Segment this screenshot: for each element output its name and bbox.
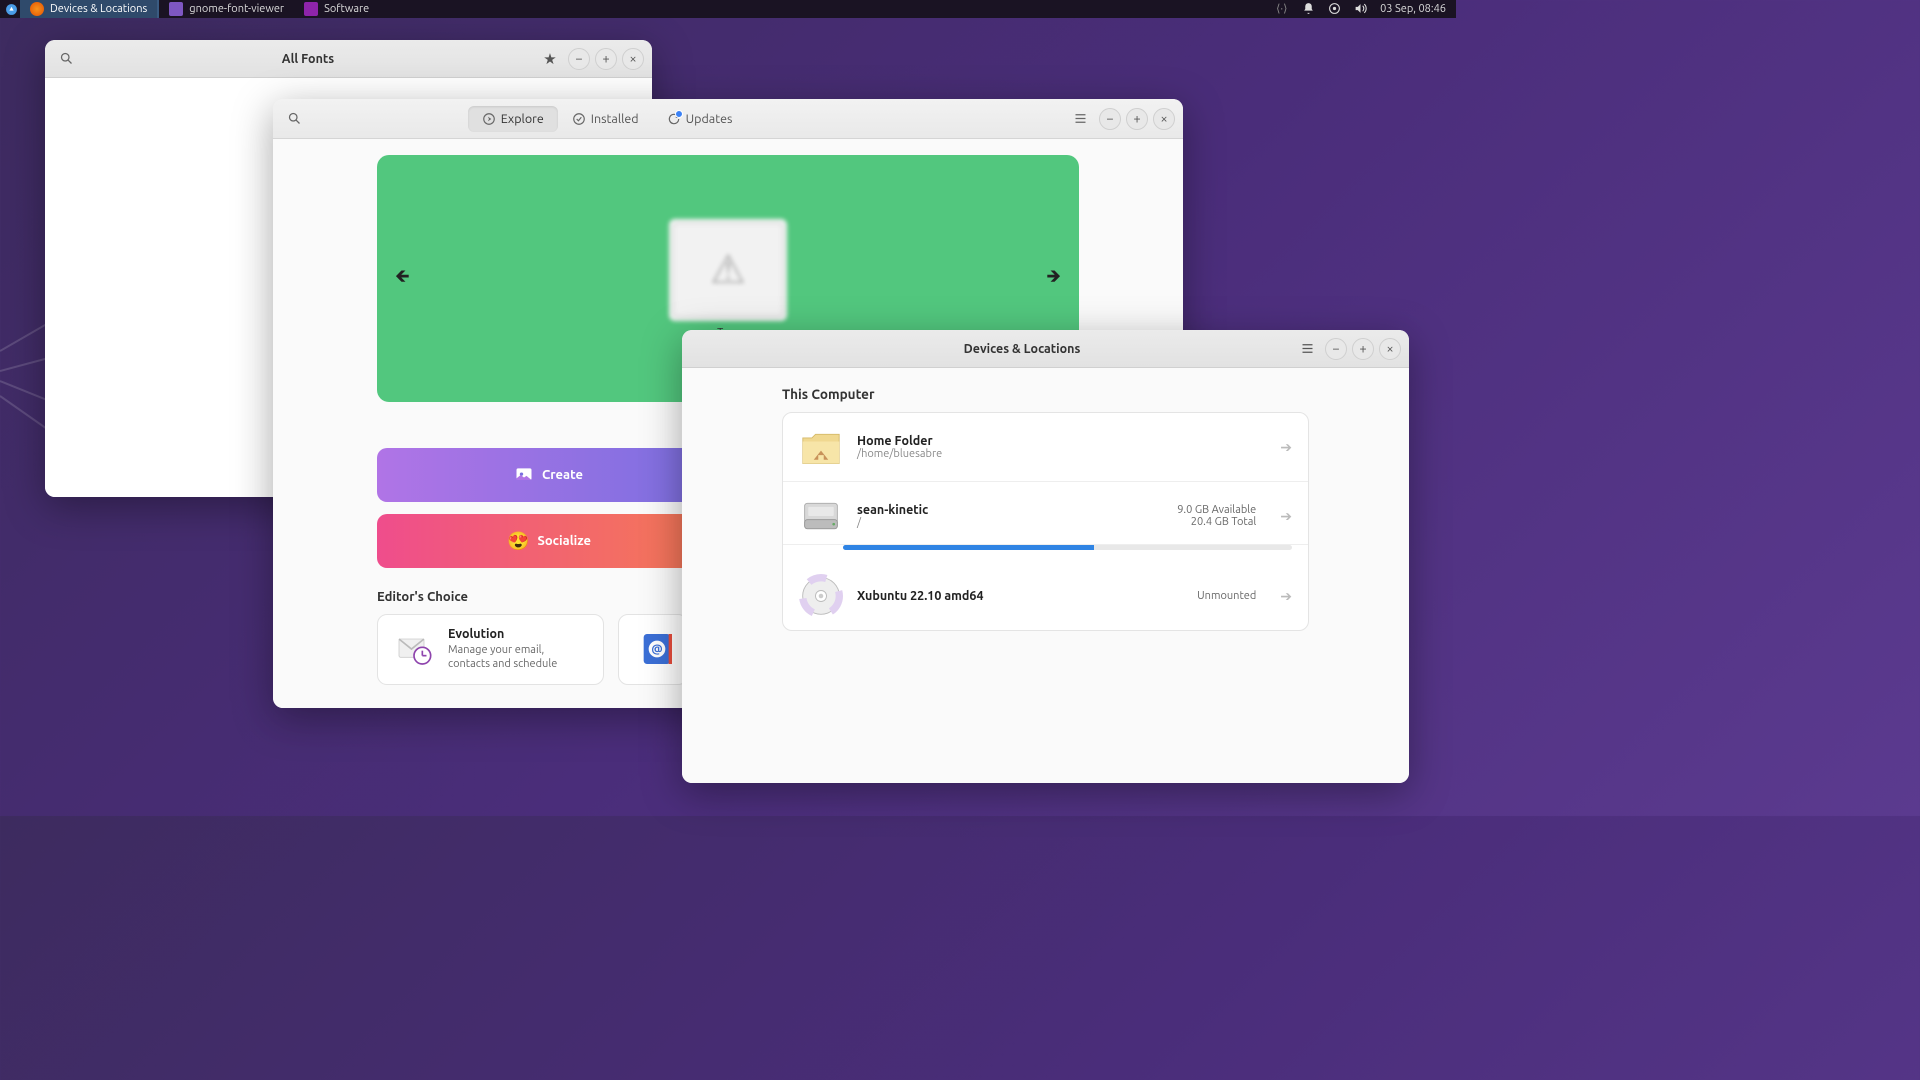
device-status: Unmounted [1197, 590, 1256, 602]
hero-prev-icon[interactable]: 🡸 [395, 264, 410, 294]
app-name: Evolution [448, 627, 588, 641]
minimize-button[interactable]: − [1325, 338, 1347, 360]
search-icon[interactable] [281, 106, 307, 132]
optical-disc-icon [799, 574, 843, 618]
hamburger-menu-icon[interactable] [1294, 336, 1320, 362]
paint-icon [514, 465, 534, 485]
network-icon[interactable]: ⟨·⟩ [1276, 2, 1290, 16]
device-name: Home Folder [857, 434, 942, 448]
top-panel: Devices & Locations gnome-font-viewer So… [0, 0, 1456, 18]
updates-badge-icon [675, 110, 683, 118]
taskbar-item-devices[interactable]: Devices & Locations [20, 0, 159, 18]
device-row-home[interactable]: Home Folder /home/bluesabre ➔ [783, 413, 1308, 482]
devices-window: Devices & Locations − + × This Computer … [682, 330, 1409, 783]
search-icon[interactable] [53, 46, 79, 72]
taskbar-label: Devices & Locations [50, 3, 147, 15]
device-total: 20.4 GB Total [1177, 516, 1256, 528]
device-available: 9.0 GB Available [1177, 504, 1256, 516]
hamburger-menu-icon[interactable] [1068, 106, 1094, 132]
software-app-icon [304, 2, 318, 16]
category-label: Socialize [537, 534, 591, 548]
taskbar-label: gnome-font-viewer [189, 3, 284, 15]
hard-drive-icon [799, 494, 843, 538]
software-header[interactable]: Explore Installed Updates − + × [273, 99, 1183, 139]
font-viewer-titlebar[interactable]: All Fonts ★ − + × [45, 40, 652, 78]
app-card-evolution[interactable]: Evolution Manage your email, contacts an… [377, 614, 604, 685]
home-folder-icon [799, 425, 843, 469]
svg-text:@: @ [651, 643, 662, 656]
tab-label: Updates [686, 112, 733, 126]
category-label: Create [542, 468, 583, 482]
device-name: sean-kinetic [857, 503, 928, 517]
whisker-menu-icon[interactable] [2, 0, 20, 18]
device-name: Xubuntu 22.10 amd64 [857, 589, 984, 603]
usage-bar [843, 545, 1292, 550]
devices-list: Home Folder /home/bluesabre ➔ sean-kinet… [782, 412, 1309, 631]
tab-explore[interactable]: Explore [468, 106, 558, 132]
device-path: / [857, 517, 928, 529]
maximize-button[interactable]: + [1352, 338, 1374, 360]
maximize-button[interactable]: + [595, 48, 617, 70]
hero-next-icon[interactable]: 🡺 [1046, 264, 1061, 294]
close-button[interactable]: × [1153, 108, 1175, 130]
app-card-contacts[interactable]: @ [618, 614, 688, 685]
usage-bar-fill [843, 545, 1094, 550]
window-title: All Fonts [79, 52, 537, 66]
device-path: /home/bluesabre [857, 448, 942, 460]
star-icon[interactable]: ★ [537, 46, 563, 72]
close-button[interactable]: × [1379, 338, 1401, 360]
notification-bell-icon[interactable] [1302, 2, 1316, 16]
section-heading: This Computer [782, 386, 1309, 402]
window-title: Devices & Locations [750, 342, 1294, 356]
power-icon[interactable] [1328, 2, 1342, 16]
font-viewer-app-icon [169, 2, 183, 16]
heart-eyes-icon: 😍 [507, 531, 529, 552]
contacts-app-icon: @ [637, 627, 677, 671]
app-description: Manage your email, contacts and schedule [448, 643, 588, 672]
tab-installed[interactable]: Installed [558, 106, 653, 132]
tab-label: Installed [591, 112, 639, 126]
tab-updates[interactable]: Updates [653, 106, 747, 132]
taskbar-label: Software [324, 3, 369, 15]
arrow-right-icon: ➔ [1280, 588, 1292, 605]
category-create[interactable]: Create [377, 448, 720, 502]
category-socialize[interactable]: 😍 Socialize [377, 514, 721, 568]
taskbar-item-fonts[interactable]: gnome-font-viewer [159, 0, 294, 18]
devices-app-icon [30, 2, 44, 16]
hero-thumbnail-icon [669, 219, 787, 321]
clock[interactable]: 03 Sep, 08:46 [1380, 3, 1446, 15]
arrow-right-icon: ➔ [1280, 439, 1292, 456]
taskbar-item-software[interactable]: Software [294, 0, 379, 18]
devices-titlebar[interactable]: Devices & Locations − + × [682, 330, 1409, 368]
tab-label: Explore [501, 112, 544, 126]
evolution-app-icon [392, 627, 436, 671]
minimize-button[interactable]: − [1099, 108, 1121, 130]
device-row-optical[interactable]: Xubuntu 22.10 amd64 Unmounted ➔ [783, 562, 1308, 630]
close-button[interactable]: × [622, 48, 644, 70]
minimize-button[interactable]: − [568, 48, 590, 70]
maximize-button[interactable]: + [1126, 108, 1148, 130]
arrow-right-icon: ➔ [1280, 508, 1292, 525]
volume-icon[interactable] [1354, 2, 1368, 16]
device-row-root[interactable]: sean-kinetic / 9.0 GB Available 20.4 GB … [783, 482, 1308, 545]
